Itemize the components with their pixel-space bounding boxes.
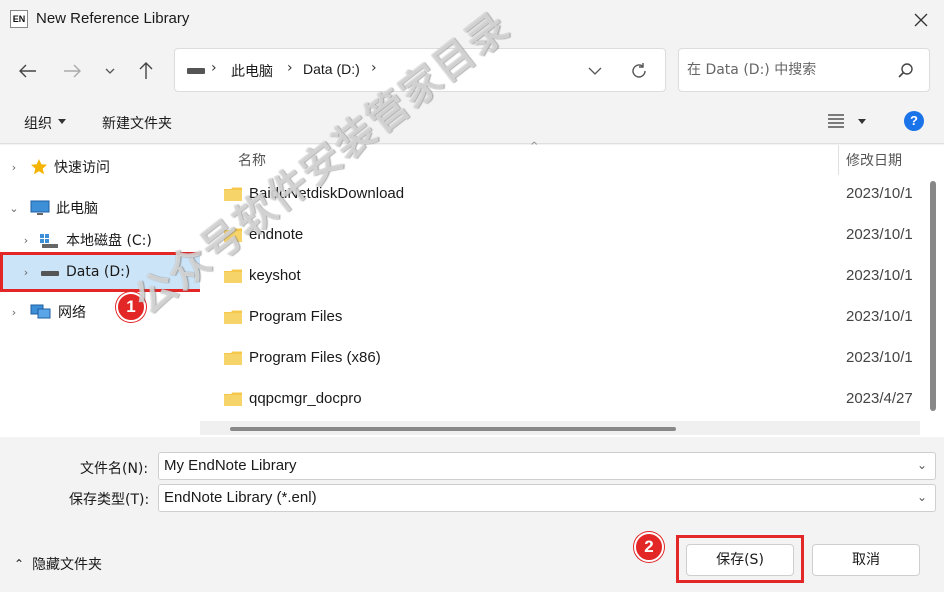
file-name: Program Files (x86)	[249, 349, 381, 366]
sidebar-item-quick-access[interactable]: › 快速访问	[8, 151, 110, 183]
highlight-box-data-d	[0, 252, 204, 292]
forward-button[interactable]	[58, 57, 86, 85]
sidebar-item-label: 网络	[58, 305, 86, 321]
folder-icon	[224, 310, 242, 324]
hide-folders-toggle[interactable]: ⌃ 隐藏文件夹	[14, 554, 102, 574]
close-button[interactable]	[906, 6, 936, 34]
caret-down-icon	[58, 119, 66, 124]
breadcrumb-separator-icon: ›	[211, 60, 217, 76]
close-icon	[914, 13, 928, 27]
chevron-down-icon[interactable]: ⌄	[917, 458, 927, 472]
filetype-value: EndNote Library (*.enl)	[164, 489, 317, 506]
file-name: endnote	[249, 226, 304, 243]
folder-icon	[224, 351, 242, 365]
star-icon	[31, 159, 47, 175]
arrow-up-icon	[139, 62, 153, 79]
file-date: 2023/10/1	[846, 226, 913, 243]
drive-icon	[187, 68, 205, 74]
breadcrumb-this-pc[interactable]: 此电脑	[231, 61, 273, 81]
file-name: keyshot	[249, 267, 301, 284]
file-name: qqpcmgr_docpro	[249, 390, 362, 407]
help-icon[interactable]: ?	[904, 111, 924, 131]
column-divider[interactable]	[838, 145, 839, 175]
filetype-select[interactable]: EndNote Library (*.enl) ⌄	[158, 484, 936, 512]
caret-down-icon[interactable]	[858, 119, 866, 124]
hide-folders-label: 隐藏文件夹	[32, 557, 103, 573]
folder-icon	[224, 269, 242, 283]
file-name: Program Files	[249, 308, 343, 325]
file-date: 2023/10/1	[846, 185, 913, 202]
arrow-right-icon	[64, 64, 81, 78]
chevron-up-icon: ⌃	[14, 557, 25, 571]
list-item[interactable]: keyshot 2023/10/1	[200, 257, 944, 297]
filetype-label: 保存类型(T):	[69, 492, 150, 508]
title-bar: EN New Reference Library	[0, 0, 944, 40]
back-button[interactable]	[14, 57, 42, 85]
recent-locations-button[interactable]	[96, 57, 124, 85]
arrow-left-icon	[19, 64, 36, 78]
list-item[interactable]: endnote 2023/10/1	[200, 216, 944, 256]
sidebar-item-label: 此电脑	[56, 201, 98, 217]
chevron-right-icon[interactable]: ›	[20, 234, 32, 247]
breadcrumb-separator-icon[interactable]: ›	[287, 60, 293, 76]
refresh-icon	[632, 63, 646, 78]
sidebar-item-network[interactable]: › 网络	[8, 296, 86, 328]
chevron-down-icon[interactable]: ⌄	[8, 202, 20, 215]
cancel-button[interactable]: 取消	[812, 544, 920, 576]
breadcrumb-data-d[interactable]: Data (D:)	[303, 61, 360, 77]
step-badge-2: 2	[634, 532, 664, 562]
up-button[interactable]	[132, 57, 160, 85]
list-item[interactable]: BaiduNetdiskDownload 2023/10/1	[200, 175, 944, 215]
folder-icon	[224, 187, 242, 201]
new-folder-button[interactable]: 新建文件夹	[102, 113, 172, 133]
vertical-scrollbar[interactable]	[930, 181, 936, 411]
search-box[interactable]	[678, 48, 930, 92]
file-name: BaiduNetdiskDownload	[249, 185, 405, 202]
chevron-right-icon[interactable]: ›	[8, 161, 20, 174]
filename-field[interactable]: My EndNote Library ⌄	[158, 452, 936, 480]
sidebar-item-label: 快速访问	[54, 160, 110, 176]
file-list: 名称 ^ 修改日期 BaiduNetdiskDownload 2023/10/1…	[200, 141, 944, 437]
filename-label: 文件名(N):	[80, 461, 149, 477]
search-input[interactable]	[687, 59, 887, 81]
file-date: 2023/10/1	[846, 308, 913, 325]
step-badge-1: 1	[116, 292, 146, 322]
sidebar-item-this-pc[interactable]: ⌄ 此电脑	[8, 192, 98, 224]
view-list-icon[interactable]	[828, 114, 844, 128]
sort-ascending-icon: ^	[530, 141, 539, 152]
organize-menu[interactable]: 组织	[24, 113, 52, 133]
chevron-down-icon	[105, 68, 115, 74]
horizontal-scrollbar-thumb[interactable]	[230, 427, 676, 431]
pc-icon	[30, 200, 50, 215]
file-date: 2023/10/1	[846, 349, 913, 366]
filename-value: My EndNote Library	[164, 457, 297, 474]
window-title: New Reference Library	[36, 10, 190, 27]
breadcrumb-separator-icon[interactable]: ›	[371, 60, 377, 76]
chevron-down-icon[interactable]: ⌄	[917, 490, 927, 504]
chevron-right-icon[interactable]: ›	[8, 306, 20, 319]
command-bar: 组织 新建文件夹 ?	[0, 100, 944, 144]
folder-icon	[224, 228, 242, 242]
column-header-name[interactable]: 名称	[238, 145, 266, 175]
refresh-button[interactable]	[627, 59, 651, 83]
chevron-down-icon	[588, 67, 602, 75]
highlight-box-save	[676, 535, 804, 583]
column-header-date[interactable]: 修改日期	[846, 145, 902, 175]
endnote-app-icon: EN	[10, 10, 28, 28]
file-date: 2023/10/1	[846, 267, 913, 284]
folder-icon	[224, 392, 242, 406]
address-bar[interactable]: › 此电脑 › Data (D:) ›	[174, 48, 666, 92]
network-icon	[30, 304, 51, 319]
sidebar-item-label: 本地磁盘 (C:)	[66, 233, 152, 249]
drive-c-icon	[40, 234, 58, 248]
search-icon[interactable]	[897, 62, 915, 80]
list-item[interactable]: Program Files 2023/10/1	[200, 298, 944, 338]
address-history-dropdown[interactable]	[583, 59, 607, 83]
file-date: 2023/4/27	[846, 390, 913, 407]
list-item[interactable]: qqpcmgr_docpro 2023/4/27	[200, 380, 944, 420]
list-item[interactable]: Program Files (x86) 2023/10/1	[200, 339, 944, 379]
